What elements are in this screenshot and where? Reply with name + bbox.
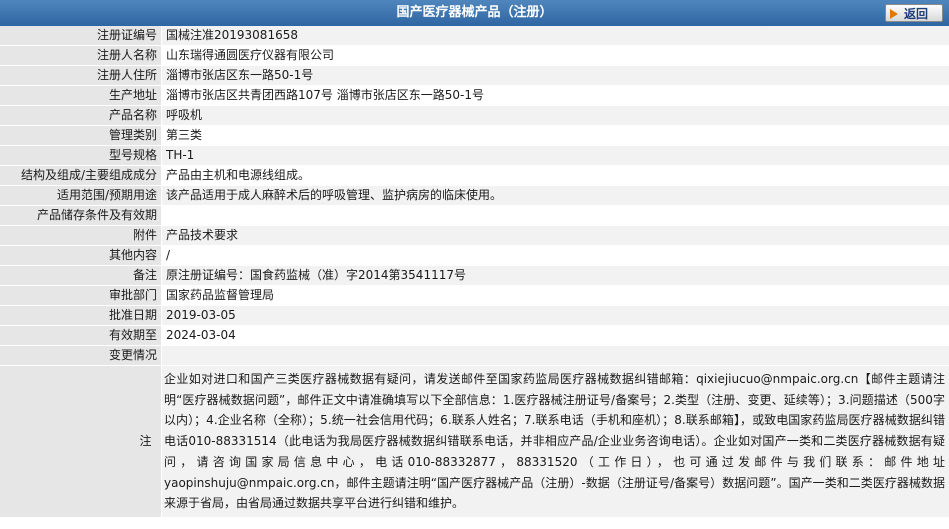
field-value: 原注册证编号：国食药监械（准）字2014第3541117号 xyxy=(161,265,949,286)
note-text: 企业如对进口和国产三类医疗器械数据有疑问，请发送邮件至国家药监局医疗器械数据纠错… xyxy=(161,365,949,518)
field-label: 其他内容 xyxy=(0,245,162,266)
field-label: 生产地址 xyxy=(0,85,162,106)
field-value: 国家药品监督管理局 xyxy=(161,285,949,306)
table-row: 产品名称 呼吸机 xyxy=(0,105,949,126)
field-label: 有效期至 xyxy=(0,325,162,346)
field-label: 审批部门 xyxy=(0,285,162,306)
field-value: 2019-03-05 xyxy=(161,305,949,326)
field-label: 批准日期 xyxy=(0,305,162,326)
table-row: 附件 产品技术要求 xyxy=(0,225,949,246)
field-label: 注册人住所 xyxy=(0,65,162,86)
table-row: 注册人住所 淄博市张店区东一路50-1号 xyxy=(0,65,949,86)
table-row: 产品储存条件及有效期 xyxy=(0,205,949,226)
field-label: 变更情况 xyxy=(0,345,162,366)
field-value: / xyxy=(161,245,949,266)
field-value: 呼吸机 xyxy=(161,105,949,126)
field-value: 产品技术要求 xyxy=(161,225,949,246)
field-value xyxy=(161,205,949,226)
page-header: 国产医疗器械产品（注册） 返回 xyxy=(0,0,949,26)
field-label: 管理类别 xyxy=(0,125,162,146)
field-label: 适用范围/预期用途 xyxy=(0,185,162,206)
field-value: 第三类 xyxy=(161,125,949,146)
field-value: 国械注准20193081658 xyxy=(161,26,949,46)
field-value: TH-1 xyxy=(161,145,949,166)
table-row: 变更情况 xyxy=(0,345,949,366)
field-label: 附件 xyxy=(0,225,162,246)
field-label: 结构及组成/主要组成成分 xyxy=(0,165,162,186)
table-row: 生产地址 淄博市张店区共青团西路107号 淄博市张店区东一路50-1号 xyxy=(0,85,949,106)
back-button-label: 返回 xyxy=(904,7,929,21)
field-value: 山东瑞得通圆医疗仪器有限公司 xyxy=(161,45,949,66)
field-value: 2024-03-04 xyxy=(161,325,949,346)
field-label: 注册人名称 xyxy=(0,45,162,66)
field-label: 注册证编号 xyxy=(0,26,162,46)
field-value: 淄博市张店区共青团西路107号 淄博市张店区东一路50-1号 xyxy=(161,85,949,106)
field-label: 型号规格 xyxy=(0,145,162,166)
table-row: 审批部门 国家药品监督管理局 xyxy=(0,285,949,306)
table-row: 注册人名称 山东瑞得通圆医疗仪器有限公司 xyxy=(0,45,949,66)
back-button[interactable]: 返回 xyxy=(885,4,943,22)
field-value: 该产品适用于成人麻醉术后的呼吸管理、监护病房的临床使用。 xyxy=(161,185,949,206)
field-label: 产品名称 xyxy=(0,105,162,126)
note-row: 注企业如对进口和国产三类医疗器械数据有疑问，请发送邮件至国家药监局医疗器械数据纠… xyxy=(0,365,949,518)
field-value: 淄博市张店区东一路50-1号 xyxy=(161,65,949,86)
field-value xyxy=(161,345,949,366)
field-label: 备注 xyxy=(0,265,162,286)
table-row: 注册证编号 国械注准20193081658 xyxy=(0,26,949,46)
back-arrow-icon xyxy=(890,9,898,19)
page-title: 国产医疗器械产品（注册） xyxy=(396,5,553,20)
table-row: 其他内容 / xyxy=(0,245,949,266)
table-row: 备注 原注册证编号：国食药监械（准）字2014第3541117号 xyxy=(0,265,949,286)
table-row: 管理类别 第三类 xyxy=(0,125,949,146)
table-row: 型号规格 TH-1 xyxy=(0,145,949,166)
table-row: 结构及组成/主要组成成分 产品由主机和电源线组成。 xyxy=(0,165,949,186)
table-row: 有效期至 2024-03-04 xyxy=(0,325,949,346)
note-label: 注 xyxy=(0,365,162,518)
field-label: 产品储存条件及有效期 xyxy=(0,205,162,226)
table-row: 批准日期 2019-03-05 xyxy=(0,305,949,326)
field-value: 产品由主机和电源线组成。 xyxy=(161,165,949,186)
detail-table: 注册证编号 国械注准20193081658 注册人名称 山东瑞得通圆医疗仪器有限公司注… xyxy=(0,26,949,518)
table-row: 适用范围/预期用途 该产品适用于成人麻醉术后的呼吸管理、监护病房的临床使用。 xyxy=(0,185,949,206)
